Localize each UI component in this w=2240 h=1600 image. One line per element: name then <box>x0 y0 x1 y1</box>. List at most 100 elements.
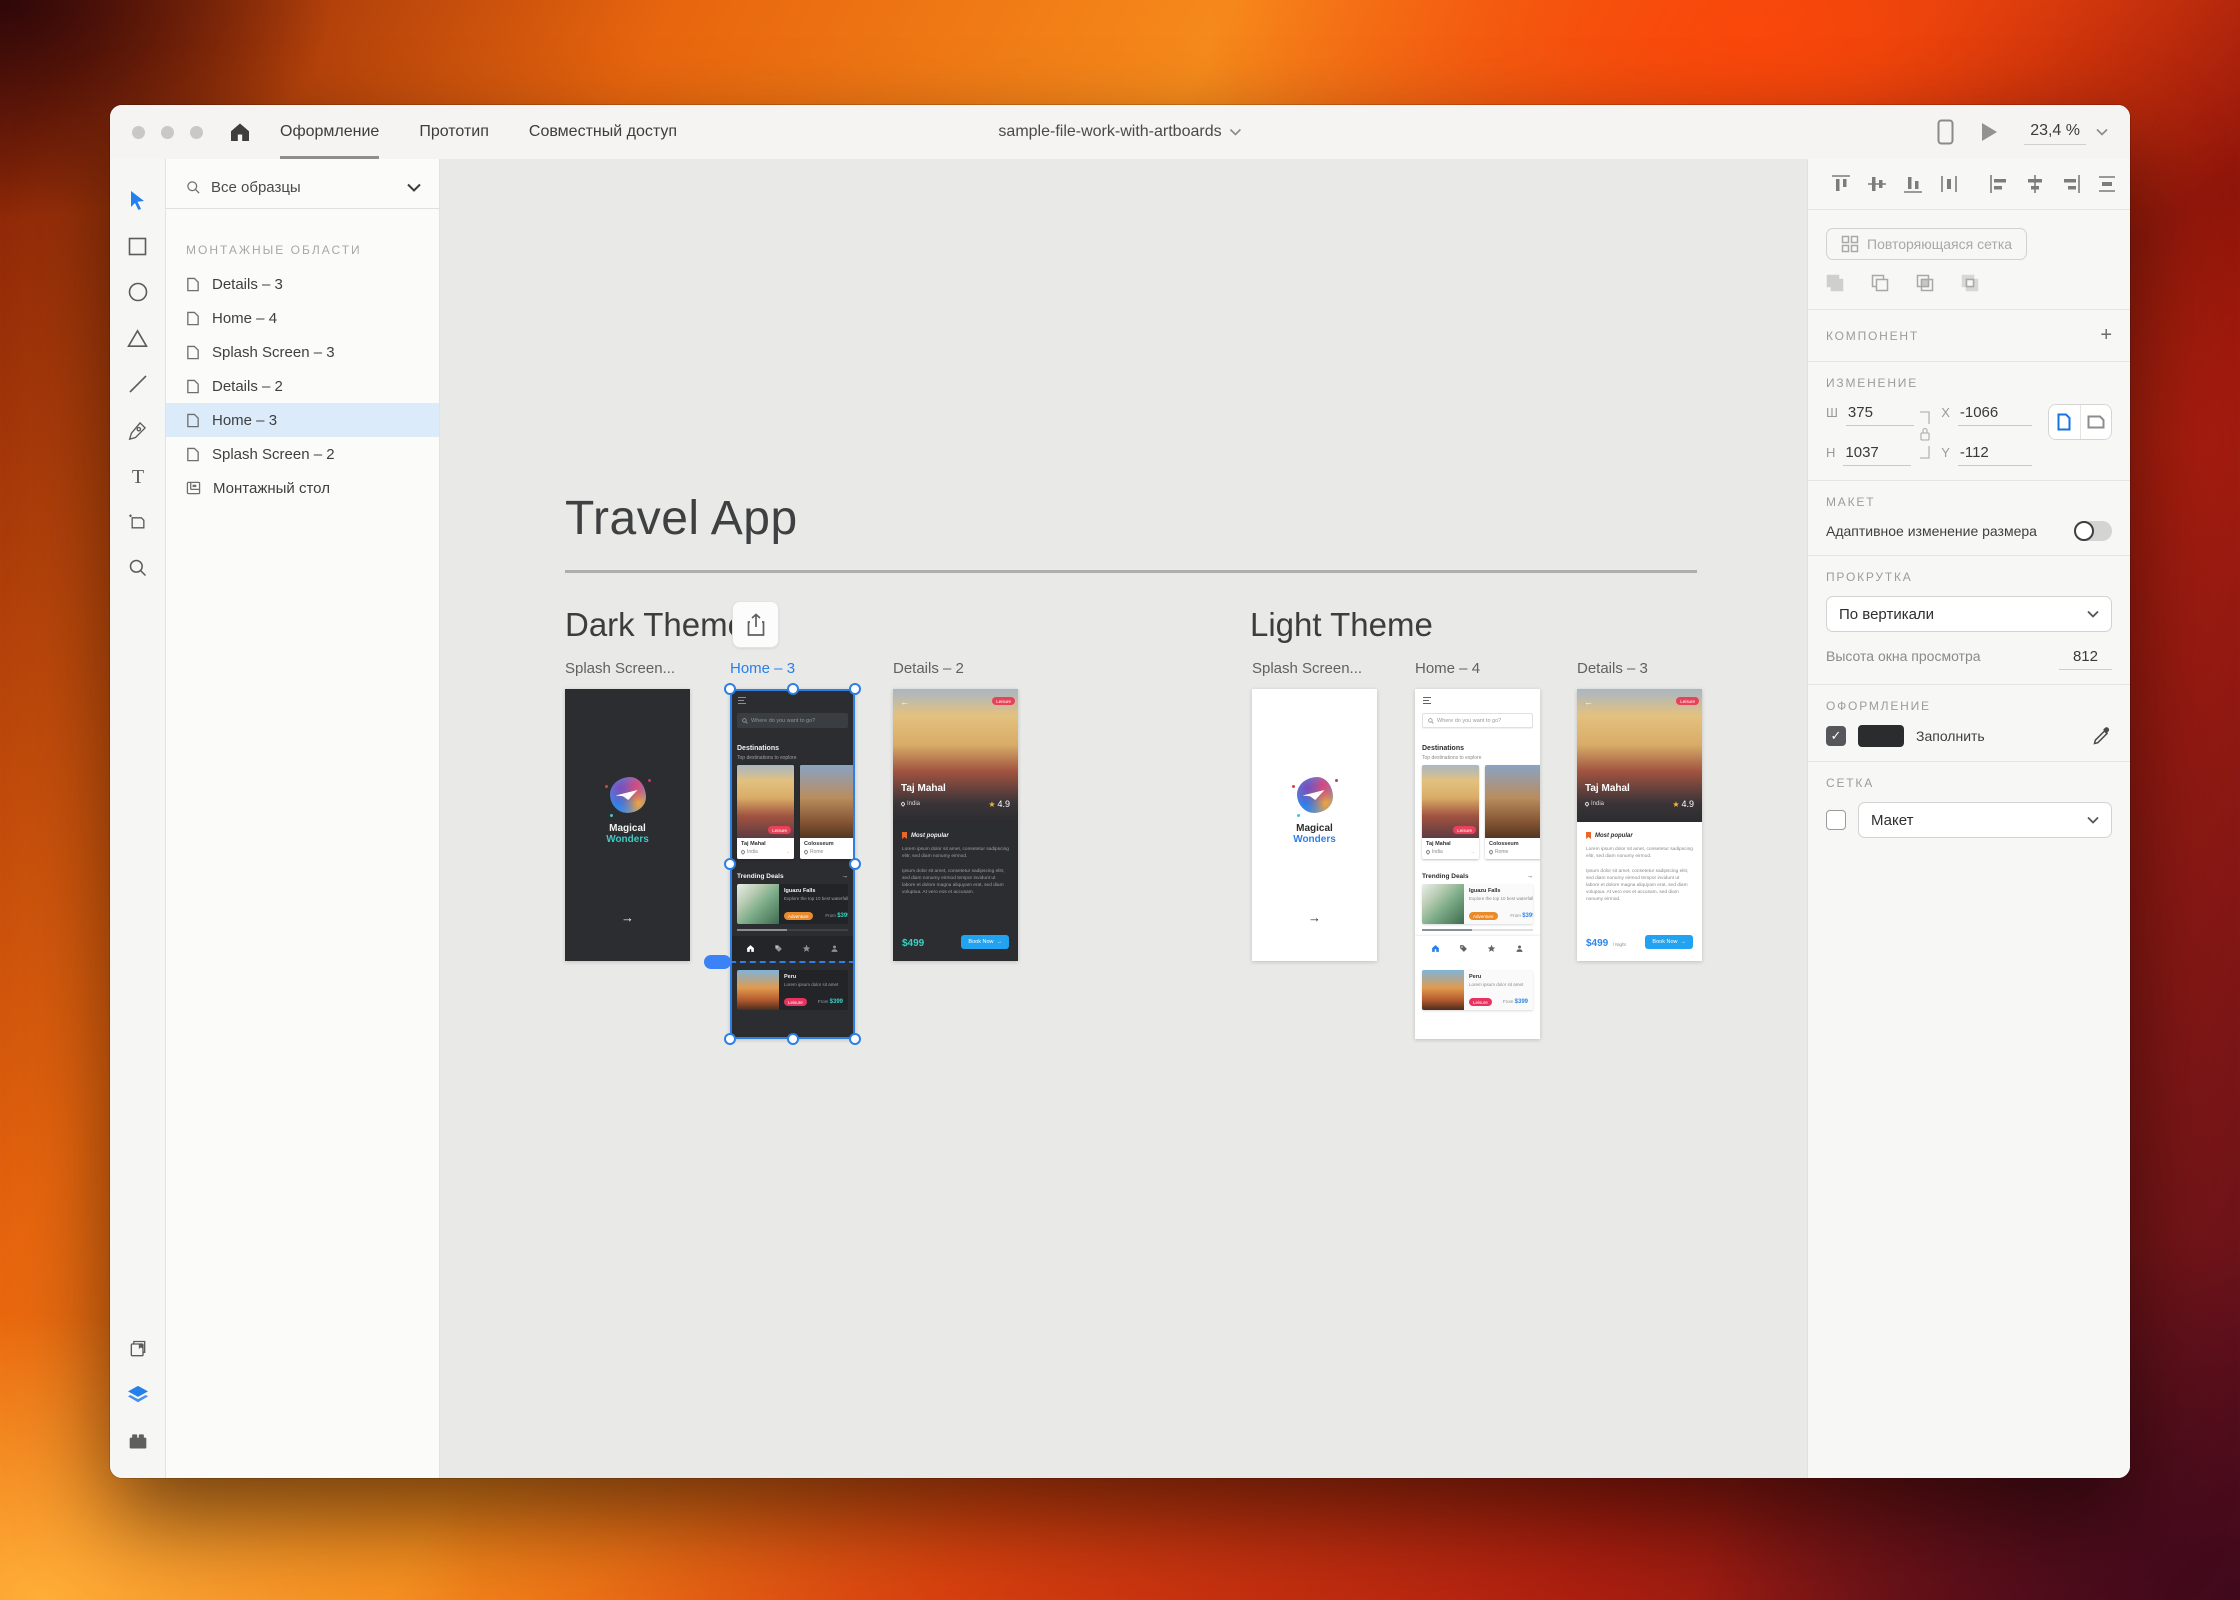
deal-title: Iguazu Falls <box>784 888 848 894</box>
landscape-orientation-button[interactable] <box>2080 405 2111 439</box>
add-component-button[interactable]: + <box>2100 324 2112 347</box>
price-prefix: From <box>1510 913 1521 918</box>
width-input[interactable]: 375 <box>1846 404 1914 426</box>
line-tool[interactable] <box>120 361 156 407</box>
mini-search-bar: Where do you want to go? <box>737 713 848 728</box>
layers-panel-icon[interactable] <box>120 1372 156 1418</box>
boolean-union-icon[interactable] <box>1826 274 1847 295</box>
star-icon <box>802 944 811 953</box>
boolean-intersect-icon[interactable] <box>1916 274 1937 295</box>
pen-tool[interactable] <box>120 407 156 453</box>
assets-panel-icon[interactable] <box>120 1326 156 1372</box>
zoom-tool[interactable] <box>120 545 156 591</box>
location-pin-icon <box>803 849 809 855</box>
layout-section: МАКЕТ Адаптивное изменение размера <box>1808 481 2130 556</box>
boolean-exclude-icon[interactable] <box>1961 274 1982 295</box>
boolean-subtract-icon[interactable] <box>1871 274 1892 295</box>
play-preview-icon[interactable] <box>1980 122 1998 142</box>
location-pin-icon <box>900 801 906 807</box>
pasteboard-icon <box>186 481 201 495</box>
grid-type-select[interactable]: Макет <box>1858 802 2112 838</box>
tab-prototype[interactable]: Прототип <box>419 105 489 159</box>
text-tool[interactable]: T <box>120 453 156 499</box>
destinations-subtitle: Top destinations to explore <box>1422 755 1481 761</box>
zoom-window-button[interactable] <box>190 126 203 139</box>
layer-item-home-3[interactable]: Home – 3 <box>166 403 439 437</box>
artboard-splash-screen-2[interactable]: Magical Wonders → <box>565 689 690 961</box>
details-location: India <box>1591 801 1604 807</box>
height-input[interactable]: 1037 <box>1843 444 1911 466</box>
artboard-tool[interactable] <box>120 499 156 545</box>
preview-on-device-icon[interactable] <box>1937 119 1954 145</box>
grid-checkbox[interactable] <box>1826 810 1846 830</box>
layer-item-pasteboard[interactable]: Монтажный стол <box>166 471 439 505</box>
lock-aspect-ratio-icon[interactable] <box>1914 404 1935 466</box>
plugins-icon[interactable] <box>120 1418 156 1464</box>
artboard-details-3[interactable]: ← Leisure Taj Mahal India ★4.9 Most popu… <box>1577 689 1702 961</box>
artboard-label-splash-3[interactable]: Splash Screen... <box>1252 660 1362 677</box>
artboard-label-home-4[interactable]: Home – 4 <box>1415 660 1480 677</box>
destinations-title: Destinations <box>1422 745 1464 752</box>
artboard-label-home-3[interactable]: Home – 3 <box>730 660 795 677</box>
layers-filter-value: Все образцы <box>211 179 397 196</box>
tab-share[interactable]: Совместный доступ <box>529 105 677 159</box>
location-pin-icon <box>1425 849 1431 855</box>
eyedropper-icon[interactable] <box>2092 726 2112 746</box>
rectangle-tool[interactable] <box>120 223 156 269</box>
repeat-grid-button[interactable]: Повторяющаяся сетка <box>1826 228 2027 260</box>
artboard-label-details-2[interactable]: Details – 2 <box>893 660 964 677</box>
artboard-details-2[interactable]: ← Leisure Taj Mahal India ★4.9 Most popu… <box>893 689 1018 961</box>
distribute-horizontal-icon[interactable] <box>1938 173 1960 195</box>
align-top-icon[interactable] <box>1830 173 1852 195</box>
artboard-label-details-3[interactable]: Details – 3 <box>1577 660 1648 677</box>
y-input[interactable]: -112 <box>1958 444 2032 466</box>
viewport-drag-handle[interactable] <box>704 955 731 969</box>
destinations-title: Destinations <box>737 745 779 752</box>
zoom-control[interactable]: 23,4 % <box>2024 120 2108 145</box>
price-suffix: / Night <box>1613 942 1626 947</box>
align-right-icon[interactable] <box>2060 173 2082 195</box>
distribute-vertical-icon[interactable] <box>2096 173 2118 195</box>
x-input[interactable]: -1066 <box>1958 404 2032 426</box>
document-title[interactable]: sample-file-work-with-artboards <box>998 105 1241 159</box>
most-popular-label: Most popular <box>911 833 949 839</box>
artboard-home-3[interactable]: Where do you want to go? Destinations To… <box>730 689 855 1039</box>
splash-screen-content: Magical Wonders → <box>1252 689 1377 961</box>
fill-color-swatch[interactable] <box>1858 725 1904 747</box>
layer-item-home-4[interactable]: Home – 4 <box>166 301 439 335</box>
align-middle-icon[interactable] <box>1866 173 1888 195</box>
close-window-button[interactable] <box>132 126 145 139</box>
search-icon <box>742 718 748 724</box>
responsive-resize-toggle[interactable] <box>2074 521 2112 541</box>
scroll-direction-select[interactable]: По вертикали <box>1826 596 2112 632</box>
home-icon[interactable] <box>228 120 252 144</box>
destination-cards: Leisure Taj Mahal India → Colosseum <box>737 765 855 859</box>
svg-text:T: T <box>131 466 143 486</box>
ellipse-tool[interactable] <box>120 269 156 315</box>
fill-checkbox[interactable]: ✓ <box>1826 726 1846 746</box>
align-bottom-icon[interactable] <box>1902 173 1924 195</box>
polygon-tool[interactable] <box>120 315 156 361</box>
price-prefix: From <box>1503 999 1514 1004</box>
minimize-window-button[interactable] <box>161 126 174 139</box>
layer-item-splash-screen-3[interactable]: Splash Screen – 3 <box>166 335 439 369</box>
grid-section: СЕТКА Макет <box>1808 762 2130 852</box>
artboard-home-4[interactable]: Where do you want to go? Destinations To… <box>1415 689 1540 1039</box>
viewport-height-input[interactable]: 812 <box>2059 648 2112 670</box>
chevron-down-icon <box>1230 128 1242 136</box>
layer-item-splash-screen-2[interactable]: Splash Screen – 2 <box>166 437 439 471</box>
design-canvas[interactable]: Travel App Dark Theme Light Theme Splash… <box>440 159 1807 1478</box>
artboard-splash-screen-3[interactable]: Magical Wonders → <box>1252 689 1377 961</box>
details-screen-content: ← Leisure Taj Mahal India ★4.9 Most popu… <box>893 689 1018 961</box>
layer-item-details-3[interactable]: Details – 3 <box>166 267 439 301</box>
tab-design[interactable]: Оформление <box>280 105 379 159</box>
align-center-icon[interactable] <box>2024 173 2046 195</box>
artboard-label-splash-2[interactable]: Splash Screen... <box>565 660 675 677</box>
layer-item-details-2[interactable]: Details – 2 <box>166 369 439 403</box>
share-artboard-button[interactable] <box>732 601 779 648</box>
align-left-icon[interactable] <box>1988 173 2010 195</box>
layers-filter[interactable]: Все образцы <box>166 173 439 209</box>
select-tool[interactable] <box>120 177 156 223</box>
adventure-badge: Adventure <box>1469 912 1498 920</box>
portrait-orientation-button[interactable] <box>2049 405 2080 439</box>
